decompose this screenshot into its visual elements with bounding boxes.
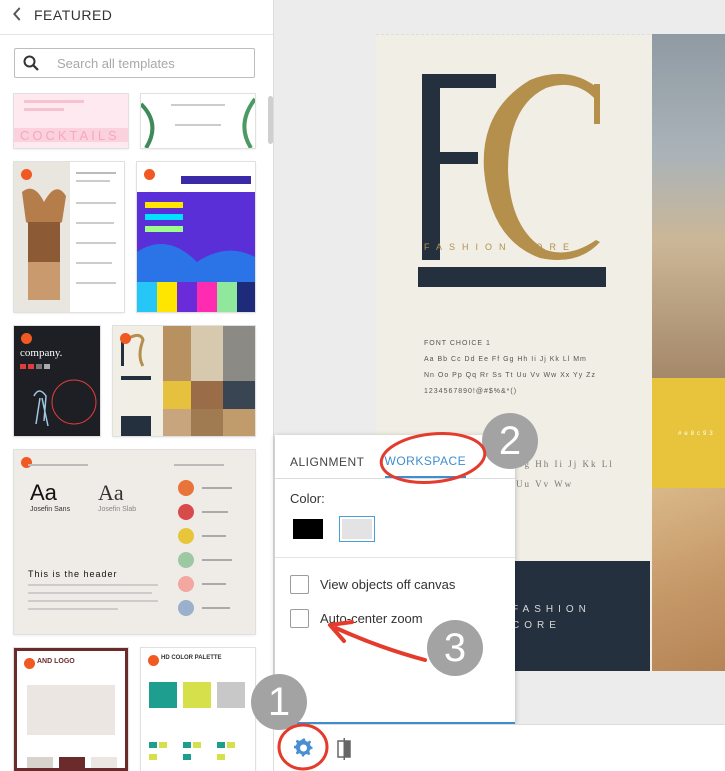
brand-name: FASHION CORE — [424, 242, 577, 252]
split-view-icon[interactable] — [337, 738, 353, 760]
chevron-left-icon — [13, 6, 22, 24]
tab-alignment[interactable]: ALIGNMENT — [290, 455, 365, 478]
faint-text-2: Uu Vv Ww — [516, 479, 574, 489]
bottom-toolbar — [274, 724, 725, 771]
sidebar-scrollbar[interactable] — [268, 96, 273, 144]
alphabet-line-1: Aa Bb Cc Dd Ee Ff Gg Hh Ii Jj Kk Ll Mm — [424, 356, 587, 363]
new-badge-dot — [120, 333, 131, 344]
view-objects-label: View objects off canvas — [320, 577, 456, 592]
step-badge-3: 3 — [427, 620, 483, 676]
palette-thumb — [149, 682, 245, 760]
yellow-block: #e8c93 — [652, 378, 725, 488]
featured-label: FEATURED — [34, 7, 113, 23]
step-badge-2: 2 — [482, 413, 538, 469]
template-card-trunorth[interactable] — [137, 162, 255, 312]
template-sidebar: FEATURED COCKTAILS company. — [0, 0, 274, 771]
template-card-fashion-core[interactable] — [113, 326, 255, 436]
model-photo — [652, 488, 725, 671]
tab-workspace[interactable]: WORKSPACE — [384, 454, 467, 478]
coffee-thumb — [14, 162, 124, 312]
editor-window: FEATURED COCKTAILS company. — [0, 0, 725, 771]
digits-line: 1234567890!@#$%&*() — [424, 388, 518, 395]
color-swatch-black[interactable] — [293, 519, 323, 539]
svg-text:COCKTAILS: COCKTAILS — [20, 128, 120, 143]
template-card-company[interactable]: company. — [14, 326, 100, 436]
block-line-2: CORE — [512, 620, 561, 631]
divider — [275, 557, 515, 558]
navy-block: FASHION CORE — [500, 561, 650, 671]
workspace-settings-panel: ALIGNMENT WORKSPACE Color: View objects … — [275, 435, 515, 724]
auto-center-zoom-option[interactable]: Auto-center zoom — [290, 609, 423, 628]
hex-label: #e8c93 — [678, 431, 716, 437]
fashion-core-thumb — [113, 326, 255, 436]
auto-center-checkbox[interactable] — [290, 609, 309, 628]
trunorth-thumb — [137, 162, 255, 312]
search-icon — [23, 55, 39, 71]
template-card-coffee[interactable] — [14, 162, 124, 312]
color-label: Color: — [290, 491, 325, 506]
color-swatch-grey[interactable] — [339, 516, 375, 542]
step-badge-1: 1 — [251, 674, 307, 730]
panel-tabs: ALIGNMENT WORKSPACE — [275, 435, 515, 479]
navy-bar — [418, 267, 606, 287]
alphabet-line-2: Nn Oo Pp Qq Rr Ss Tt Uu Vv Ww Xx Yy Zz — [424, 372, 596, 379]
template-search[interactable] — [14, 48, 255, 78]
desert-photo — [652, 34, 725, 378]
font-specimen: FONT CHOICE 1 Aa Bb Cc Dd Ee Ff Gg Hh Ii… — [424, 336, 596, 400]
view-objects-checkbox[interactable] — [290, 575, 309, 594]
font-choice-title: FONT CHOICE 1 — [424, 340, 491, 347]
new-badge-dot — [21, 169, 32, 180]
template-card-cocktails[interactable]: COCKTAILS — [14, 94, 128, 148]
view-objects-off-canvas-option[interactable]: View objects off canvas — [290, 575, 455, 594]
brand-thumb — [27, 685, 117, 768]
typography-swatches — [28, 464, 232, 616]
svg-text:company.: company. — [20, 347, 63, 359]
botanical-thumb — [141, 97, 255, 148]
new-badge-dot — [21, 333, 32, 344]
gear-icon[interactable] — [294, 738, 314, 758]
divider — [0, 34, 273, 35]
featured-back-button[interactable]: FEATURED — [0, 0, 273, 30]
template-card-typography[interactable]: Aa Josefin Sans Aa Josefin Slab This is … — [14, 450, 255, 634]
auto-center-label: Auto-center zoom — [320, 611, 423, 626]
template-card-botanical[interactable] — [141, 94, 255, 148]
new-badge-dot — [144, 169, 155, 180]
block-line-1: FASHION — [512, 604, 591, 615]
search-input[interactable] — [57, 55, 237, 71]
fc-logo-f-stem — [422, 74, 440, 260]
cocktails-thumb: COCKTAILS — [14, 100, 128, 143]
template-card-hd-color-palette[interactable]: HD COLOR PALETTE — [141, 648, 255, 771]
template-card-brand-logo[interactable]: AND LOGO — [14, 648, 128, 771]
fc-logo-c — [483, 73, 600, 261]
faint-text-1: Gg Hh Ii Jj Kk Ll — [516, 459, 614, 469]
